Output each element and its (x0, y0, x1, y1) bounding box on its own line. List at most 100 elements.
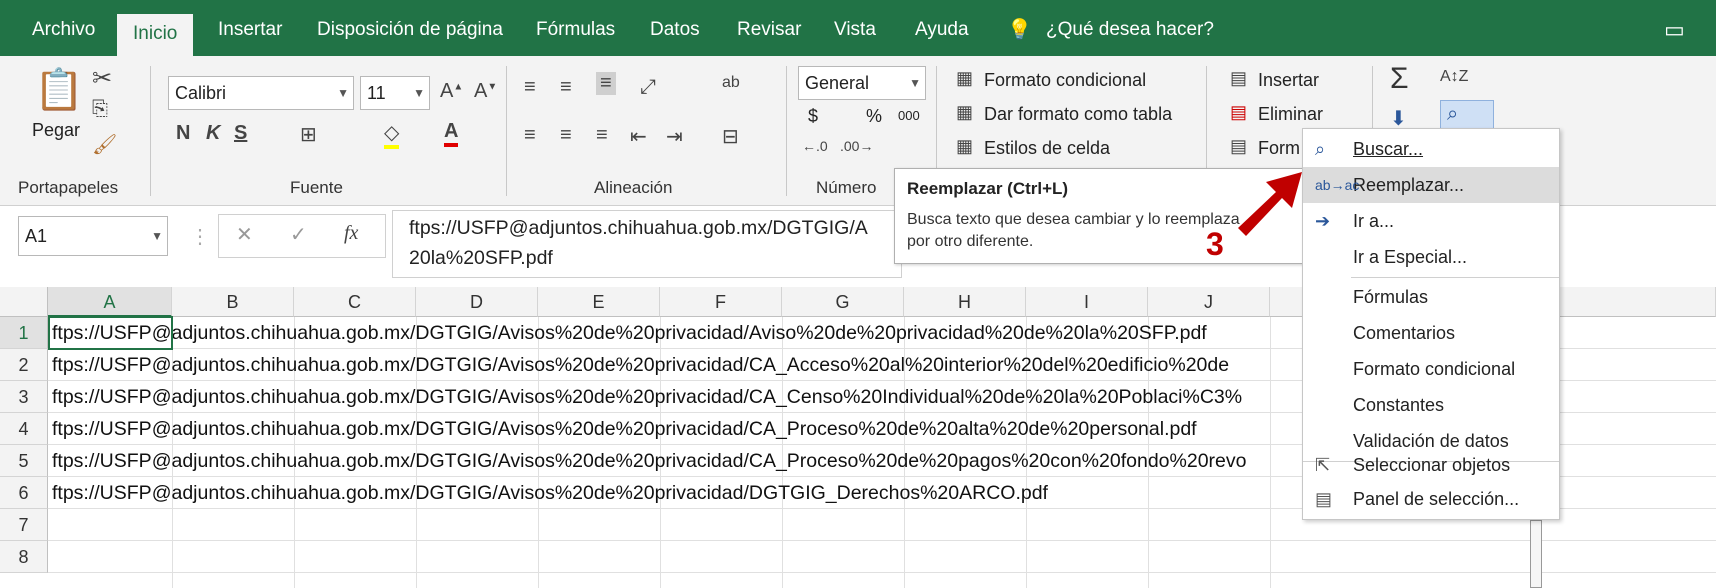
insert-function-icon[interactable]: fx (344, 222, 358, 245)
name-box[interactable]: A1 ▼ (18, 216, 168, 256)
tab-ayuda[interactable]: Ayuda (915, 12, 969, 48)
formula-input[interactable]: ftps://USFP@adjuntos.chihuahua.gob.mx/DG… (392, 210, 902, 278)
sort-filter-icon[interactable]: A↕Z (1440, 68, 1468, 86)
percent-button[interactable]: % (866, 106, 882, 127)
conditional-format-button[interactable]: Formato condicional (984, 70, 1146, 91)
tell-me-search[interactable]: ¿Qué desea hacer? (1046, 12, 1214, 48)
column-header-h[interactable]: H (904, 287, 1026, 317)
number-format-select[interactable]: General ▼ (798, 66, 926, 100)
shrink-font-icon[interactable]: A▼ (474, 80, 497, 103)
tooltip-body-1: Busca texto que desea cambiar y lo reemp… (907, 211, 1240, 228)
font-name-select[interactable]: Calibri ▼ (168, 76, 354, 110)
cell-a3[interactable]: ftps://USFP@adjuntos.chihuahua.gob.mx/DG… (52, 381, 1302, 413)
row-header-2[interactable]: 2 (0, 349, 48, 381)
merge-center-icon[interactable]: ⊟ (722, 124, 739, 149)
decrease-decimal-icon[interactable]: .00→ (840, 138, 873, 154)
orientation-icon[interactable]: ⤢ (640, 76, 656, 99)
menu-item-formato-condicional[interactable]: Formato condicional (1303, 351, 1559, 387)
tab-disposicion[interactable]: Disposición de página (317, 12, 503, 48)
cancel-icon[interactable]: ✕ (236, 222, 253, 247)
currency-button[interactable]: $ (808, 106, 818, 127)
format-painter-icon[interactable]: 🖌 (92, 132, 117, 157)
tab-inicio[interactable]: Inicio (117, 14, 194, 56)
column-header-c[interactable]: C (294, 287, 416, 317)
cell-a1[interactable]: ftps://USFP@adjuntos.chihuahua.gob.mx/DG… (52, 317, 1302, 349)
copy-icon[interactable]: ⎘ (92, 98, 108, 121)
grow-font-icon[interactable]: A▲ (440, 80, 463, 103)
find-select-button[interactable]: ⌕ (1440, 100, 1494, 130)
divider (786, 66, 787, 196)
vertical-scrollbar[interactable] (1530, 520, 1542, 588)
select-all-corner[interactable] (0, 287, 48, 317)
font-color-icon[interactable]: A (444, 120, 459, 147)
row-header-5[interactable]: 5 (0, 445, 48, 477)
tab-revisar[interactable]: Revisar (737, 12, 801, 48)
column-header-a[interactable]: A (48, 287, 172, 317)
column-header-g[interactable]: G (782, 287, 904, 317)
column-header-d[interactable]: D (416, 287, 538, 317)
delete-cells-icon: ▤ (1230, 102, 1248, 122)
paste-icon[interactable]: 📋 (34, 66, 84, 113)
delete-cells-button[interactable]: Eliminar (1258, 104, 1323, 125)
menu-item-comentarios[interactable]: Comentarios (1303, 315, 1559, 351)
row-header-8[interactable]: 8 (0, 541, 48, 573)
enter-icon[interactable]: ✓ (290, 222, 307, 247)
underline-icon[interactable]: S (234, 122, 247, 145)
tab-datos[interactable]: Datos (650, 12, 700, 48)
row-header-4[interactable]: 4 (0, 413, 48, 445)
cell-a4[interactable]: ftps://USFP@adjuntos.chihuahua.gob.mx/DG… (52, 413, 1302, 445)
menu-divider (1351, 277, 1559, 278)
column-header-b[interactable]: B (172, 287, 294, 317)
row-header-1[interactable]: 1 (0, 317, 48, 349)
align-left-icon[interactable]: ≡ (524, 124, 536, 147)
cell-styles-button[interactable]: Estilos de celda (984, 138, 1110, 159)
align-middle-icon[interactable]: ≡ (560, 76, 572, 99)
cut-icon[interactable]: ✂ (92, 64, 112, 93)
format-as-table-button[interactable]: Dar formato como tabla (984, 104, 1172, 125)
paste-button[interactable]: Pegar (32, 120, 80, 141)
borders-icon[interactable]: ⊞ (300, 122, 317, 147)
insert-cells-button[interactable]: Insertar (1258, 70, 1319, 91)
font-size-select[interactable]: 11 ▼ (360, 76, 430, 110)
decrease-indent-icon[interactable]: ⇤ (630, 124, 647, 149)
increase-indent-icon[interactable]: ⇥ (666, 124, 683, 149)
cell-a6[interactable]: ftps://USFP@adjuntos.chihuahua.gob.mx/DG… (52, 477, 1302, 509)
italic-icon[interactable]: K (206, 122, 220, 145)
menu-item-panel-seleccion[interactable]: ▤ Panel de selección... (1303, 481, 1559, 517)
insert-cells-icon: ▤ (1230, 68, 1248, 88)
cell-a5[interactable]: ftps://USFP@adjuntos.chihuahua.gob.mx/DG… (52, 445, 1302, 477)
font-size-value: 11 (367, 83, 386, 103)
autosum-icon[interactable]: Σ (1390, 62, 1409, 96)
align-top-icon[interactable]: ≡ (524, 76, 536, 99)
tab-formulas[interactable]: Fórmulas (536, 12, 615, 48)
align-right-icon[interactable]: ≡ (596, 124, 608, 147)
tab-insertar[interactable]: Insertar (218, 12, 282, 48)
menu-item-seleccionar-objetos[interactable]: ⇱ Seleccionar objetos (1303, 447, 1559, 483)
bold-icon[interactable]: N (176, 122, 190, 145)
column-header-i[interactable]: I (1026, 287, 1148, 317)
format-cells-button[interactable]: Form (1258, 138, 1300, 159)
row-header-7[interactable]: 7 (0, 509, 48, 541)
thousands-button[interactable]: 000 (898, 108, 920, 123)
column-header-e[interactable]: E (538, 287, 660, 317)
align-bottom-icon[interactable]: ≡ (596, 72, 616, 95)
fill-color-icon[interactable]: ◇ (384, 120, 400, 149)
menu-item-ir-a[interactable]: ➔ Ir a... (1303, 203, 1559, 239)
menu-item-ir-a-especial[interactable]: Ir a Especial... (1303, 239, 1559, 275)
increase-decimal-icon[interactable]: ←.0 (802, 138, 828, 154)
tab-vista[interactable]: Vista (834, 12, 876, 48)
cell-a2[interactable]: ftps://USFP@adjuntos.chihuahua.gob.mx/DG… (52, 349, 1302, 381)
comments-icon[interactable]: ▭ (1664, 12, 1685, 48)
menu-item-buscar[interactable]: ⌕ Buscar... (1303, 131, 1559, 167)
column-header-f[interactable]: F (660, 287, 782, 317)
menu-item-formulas[interactable]: Fórmulas (1303, 279, 1559, 315)
align-center-icon[interactable]: ≡ (560, 124, 572, 147)
menu-item-constantes[interactable]: Constantes (1303, 387, 1559, 423)
menu-item-reemplazar[interactable]: ab→ac Reemplazar... (1303, 167, 1559, 203)
row-header-6[interactable]: 6 (0, 477, 48, 509)
wrap-text-icon[interactable]: ab (722, 74, 740, 92)
column-header-j[interactable]: J (1148, 287, 1270, 317)
row-header-3[interactable]: 3 (0, 381, 48, 413)
menu-label: Panel de selección... (1353, 489, 1520, 509)
tab-archivo[interactable]: Archivo (32, 12, 95, 48)
